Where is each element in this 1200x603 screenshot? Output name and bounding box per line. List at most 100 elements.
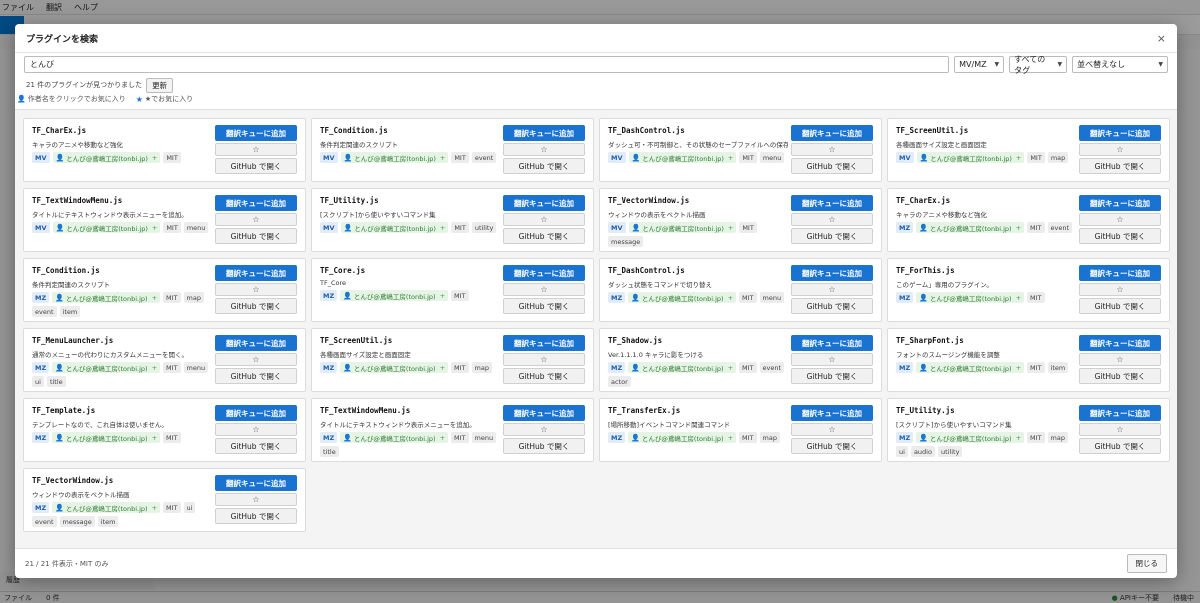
add-to-queue-button[interactable]: 翻訳キューに追加: [1079, 335, 1161, 351]
tag-badge: MIT: [1027, 152, 1045, 163]
add-to-queue-button[interactable]: 翻訳キューに追加: [215, 125, 297, 141]
close-icon[interactable]: ×: [1157, 32, 1166, 45]
open-github-button[interactable]: GitHub で開く: [1079, 228, 1161, 244]
author-tag[interactable]: 👤 とんび@鳶嶋工房(tonbi.jp) +: [628, 432, 737, 443]
author-tag[interactable]: 👤 とんび@鳶嶋工房(tonbi.jp) +: [52, 152, 161, 163]
open-github-button[interactable]: GitHub で開く: [1079, 368, 1161, 384]
author-tag[interactable]: 👤 とんび@鳶嶋工房(tonbi.jp) +: [340, 362, 449, 373]
engine-tag: MZ: [32, 292, 50, 303]
add-to-queue-button[interactable]: 翻訳キューに追加: [503, 265, 585, 281]
open-github-button[interactable]: GitHub で開く: [791, 298, 873, 314]
refresh-button[interactable]: 更新: [146, 77, 174, 93]
favorite-star-button[interactable]: ☆: [791, 423, 873, 436]
search-input[interactable]: [24, 56, 950, 73]
add-to-queue-button[interactable]: 翻訳キューに追加: [503, 195, 585, 211]
author-tag[interactable]: 👤 とんび@鳶嶋工房(tonbi.jp) +: [340, 222, 449, 233]
favorite-star-button[interactable]: ☆: [215, 353, 297, 366]
engine-tag: MZ: [608, 362, 626, 373]
favorite-star-button[interactable]: ☆: [215, 423, 297, 436]
add-to-queue-button[interactable]: 翻訳キューに追加: [215, 195, 297, 211]
open-github-button[interactable]: GitHub で開く: [791, 158, 873, 174]
plugin-card: TF_DashControl.js ダッシュ可・不可制御と、その状態のセーブファイ…: [599, 118, 882, 182]
person-icon: 👤: [343, 433, 352, 442]
author-tag[interactable]: 👤 とんび@鳶嶋工房(tonbi.jp) +: [916, 432, 1025, 443]
author-tag[interactable]: 👤 とんび@鳶嶋工房(tonbi.jp) +: [340, 290, 449, 301]
favorite-star-button[interactable]: ☆: [215, 143, 297, 156]
author-tag[interactable]: 👤 とんび@鳶嶋工房(tonbi.jp) +: [52, 502, 161, 513]
open-github-button[interactable]: GitHub で開く: [503, 228, 585, 244]
add-to-queue-button[interactable]: 翻訳キューに追加: [1079, 195, 1161, 211]
open-github-button[interactable]: GitHub で開く: [503, 368, 585, 384]
author-tag[interactable]: 👤 とんび@鳶嶋工房(tonbi.jp) +: [340, 152, 449, 163]
open-github-button[interactable]: GitHub で開く: [503, 158, 585, 174]
favorite-star-button[interactable]: ☆: [791, 143, 873, 156]
open-github-button[interactable]: GitHub で開く: [1079, 158, 1161, 174]
author-tag[interactable]: 👤 とんび@鳶嶋工房(tonbi.jp) +: [628, 362, 737, 373]
add-to-queue-button[interactable]: 翻訳キューに追加: [215, 405, 297, 421]
favorite-star-button[interactable]: ☆: [1079, 353, 1161, 366]
open-github-button[interactable]: GitHub で開く: [503, 298, 585, 314]
add-to-queue-button[interactable]: 翻訳キューに追加: [1079, 405, 1161, 421]
open-github-button[interactable]: GitHub で開く: [215, 508, 297, 524]
tag-select[interactable]: すべてのタグ ▼: [1009, 55, 1068, 75]
tag-badge: map: [1047, 152, 1069, 163]
plugin-actions: 翻訳キューに追加 ☆ GitHub で開く: [215, 265, 297, 314]
add-to-queue-button[interactable]: 翻訳キューに追加: [503, 335, 585, 351]
open-github-button[interactable]: GitHub で開く: [215, 438, 297, 454]
add-to-queue-button[interactable]: 翻訳キューに追加: [1079, 125, 1161, 141]
sort-select[interactable]: 並べ替えなし ▼: [1072, 56, 1168, 73]
plugin-tags: MZ 👤 とんび@鳶嶋工房(tonbi.jp) + MIT event actor: [608, 362, 794, 387]
favorite-star-button[interactable]: ☆: [215, 283, 297, 296]
engine-select[interactable]: MV/MZ ▼: [954, 56, 1005, 73]
author-tag[interactable]: 👤 とんび@鳶嶋工房(tonbi.jp) +: [340, 432, 449, 443]
add-to-queue-button[interactable]: 翻訳キューに追加: [791, 335, 873, 351]
add-to-queue-button[interactable]: 翻訳キューに追加: [215, 335, 297, 351]
open-github-button[interactable]: GitHub で開く: [791, 438, 873, 454]
favorite-star-button[interactable]: ☆: [1079, 213, 1161, 226]
add-to-queue-button[interactable]: 翻訳キューに追加: [791, 195, 873, 211]
open-github-button[interactable]: GitHub で開く: [215, 368, 297, 384]
author-tag[interactable]: 👤 とんび@鳶嶋工房(tonbi.jp) +: [52, 222, 161, 233]
author-tag[interactable]: 👤 とんび@鳶嶋工房(tonbi.jp) +: [916, 292, 1025, 303]
favorite-star-button[interactable]: ☆: [503, 143, 585, 156]
plugin-grid: TF_CharEx.js キャラのアニメや移動など強化 MV 👤 とんび@鳶嶋工房(to…: [23, 118, 1170, 532]
favorite-star-button[interactable]: ☆: [791, 213, 873, 226]
add-to-queue-button[interactable]: 翻訳キューに追加: [503, 405, 585, 421]
open-github-button[interactable]: GitHub で開く: [215, 228, 297, 244]
favorite-star-button[interactable]: ☆: [1079, 143, 1161, 156]
favorite-star-button[interactable]: ☆: [503, 353, 585, 366]
favorite-star-button[interactable]: ☆: [1079, 283, 1161, 296]
open-github-button[interactable]: GitHub で開く: [791, 368, 873, 384]
favorite-star-button[interactable]: ☆: [791, 353, 873, 366]
add-to-queue-button[interactable]: 翻訳キューに追加: [791, 405, 873, 421]
author-tag[interactable]: 👤 とんび@鳶嶋工房(tonbi.jp) +: [52, 432, 161, 443]
open-github-button[interactable]: GitHub で開く: [791, 228, 873, 244]
favorite-star-button[interactable]: ☆: [215, 493, 297, 506]
author-tag[interactable]: 👤 とんび@鳶嶋工房(tonbi.jp) +: [628, 222, 737, 233]
add-to-queue-button[interactable]: 翻訳キューに追加: [791, 265, 873, 281]
favorite-star-button[interactable]: ☆: [1079, 423, 1161, 436]
author-tag[interactable]: 👤 とんび@鳶嶋工房(tonbi.jp) +: [916, 152, 1025, 163]
add-to-queue-button[interactable]: 翻訳キューに追加: [215, 475, 297, 491]
author-tag[interactable]: 👤 とんび@鳶嶋工房(tonbi.jp) +: [628, 292, 737, 303]
author-tag[interactable]: 👤 とんび@鳶嶋工房(tonbi.jp) +: [916, 222, 1025, 233]
open-github-button[interactable]: GitHub で開く: [215, 298, 297, 314]
add-to-queue-button[interactable]: 翻訳キューに追加: [503, 125, 585, 141]
add-to-queue-button[interactable]: 翻訳キューに追加: [791, 125, 873, 141]
favorite-star-button[interactable]: ☆: [215, 213, 297, 226]
open-github-button[interactable]: GitHub で開く: [215, 158, 297, 174]
favorite-star-button[interactable]: ☆: [503, 423, 585, 436]
favorite-star-button[interactable]: ☆: [503, 283, 585, 296]
add-to-queue-button[interactable]: 翻訳キューに追加: [1079, 265, 1161, 281]
open-github-button[interactable]: GitHub で開く: [1079, 438, 1161, 454]
author-tag[interactable]: 👤 とんび@鳶嶋工房(tonbi.jp) +: [628, 152, 737, 163]
close-button[interactable]: 閉じる: [1126, 554, 1167, 573]
author-tag[interactable]: 👤 とんび@鳶嶋工房(tonbi.jp) +: [52, 292, 161, 303]
add-to-queue-button[interactable]: 翻訳キューに追加: [215, 265, 297, 281]
open-github-button[interactable]: GitHub で開く: [503, 438, 585, 454]
author-tag[interactable]: 👤 とんび@鳶嶋工房(tonbi.jp) +: [916, 362, 1025, 373]
open-github-button[interactable]: GitHub で開く: [1079, 298, 1161, 314]
favorite-star-button[interactable]: ☆: [503, 213, 585, 226]
author-tag[interactable]: 👤 とんび@鳶嶋工房(tonbi.jp) +: [52, 362, 161, 373]
favorite-star-button[interactable]: ☆: [791, 283, 873, 296]
